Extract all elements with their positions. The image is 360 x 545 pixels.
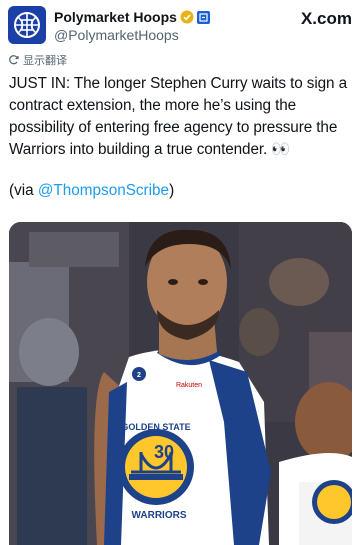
via-prefix: (via: [9, 182, 38, 199]
mention-link[interactable]: @ThompsonScribe: [38, 182, 169, 199]
tweet-card: Polymarket Hoops @PolymarketHoops X.com …: [0, 0, 360, 545]
display-name[interactable]: Polymarket Hoops: [54, 9, 177, 25]
avatar[interactable]: [8, 6, 46, 44]
tweet-text: JUST IN: The longer Stephen Curry waits …: [9, 75, 348, 158]
tweet-photo[interactable]: GOLDEN STATE 30 WARRIORS Rakuten 2: [9, 222, 352, 545]
jersey-team-bottom-text: WARRIORS: [132, 510, 187, 521]
tweet-header: Polymarket Hoops @PolymarketHoops X.com: [8, 6, 352, 46]
jersey-number: 30: [154, 442, 174, 462]
translate-icon: [9, 55, 19, 65]
show-translation-link[interactable]: 显示翻译: [9, 52, 67, 68]
jersey-team-text: GOLDEN STATE: [121, 422, 190, 432]
via-credit: (via @ThompsonScribe): [9, 180, 174, 202]
handle[interactable]: @PolymarketHoops: [54, 27, 210, 43]
sponsor-patch: Rakuten: [176, 382, 202, 389]
gold-verified-badge-icon: [180, 10, 194, 24]
org-affiliate-badge-icon: [196, 10, 210, 24]
via-suffix: ): [169, 182, 175, 199]
author-names: Polymarket Hoops @PolymarketHoops: [54, 8, 210, 43]
polymarket-logo-icon: [14, 12, 40, 38]
jersey-patch-number: 2: [137, 372, 141, 379]
x-logo-text: X.com: [300, 9, 352, 28]
x-logo[interactable]: X.com: [300, 9, 352, 29]
translate-label: 显示翻译: [23, 55, 67, 67]
player-photo: GOLDEN STATE 30 WARRIORS Rakuten 2: [9, 222, 352, 545]
